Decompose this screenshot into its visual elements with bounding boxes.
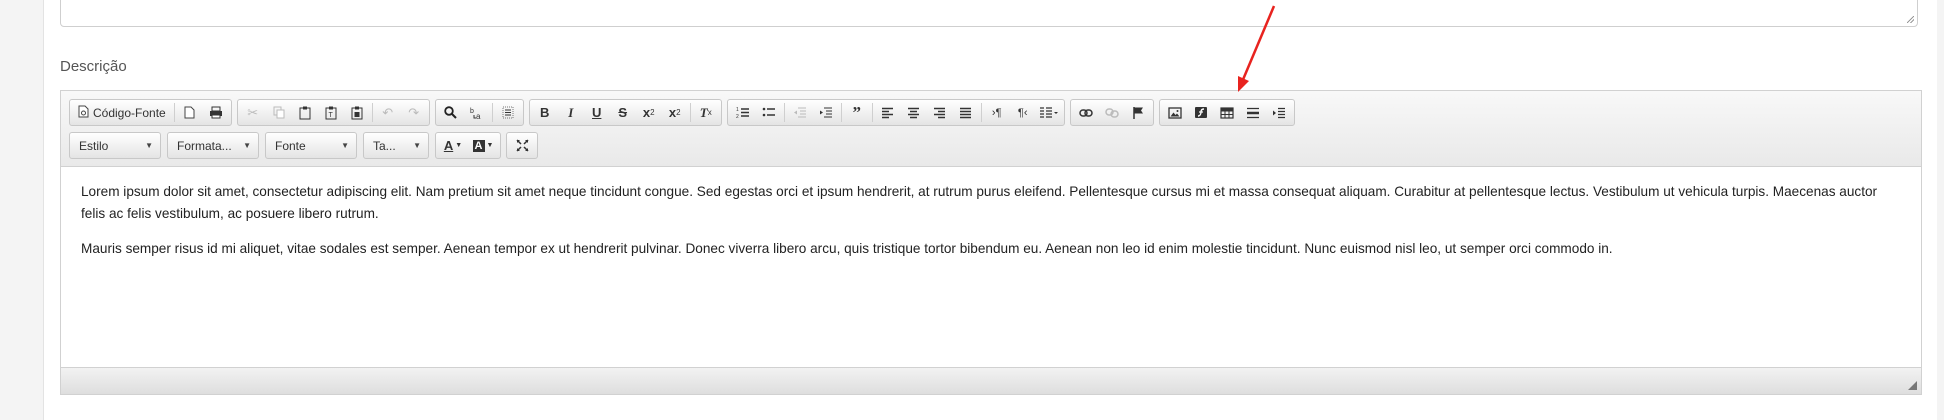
content-paragraph-1: Lorem ipsum dolor sit amet, consectetur … (81, 184, 1878, 221)
form-panel: Descrição Código-Fonte ✂ T ↶ ↷ b a B I U… (43, 0, 1937, 420)
description-label: Descrição (60, 58, 127, 75)
source-code-button[interactable]: Código-Fonte (72, 101, 172, 124)
bulleted-list-icon[interactable] (756, 101, 782, 124)
editing-group: ba (434, 99, 524, 126)
language-icon[interactable] (1036, 101, 1062, 124)
blockquote-icon[interactable]: ” (844, 101, 870, 124)
links-group (1069, 99, 1154, 126)
table-icon[interactable] (1214, 101, 1240, 124)
resize-handle-icon[interactable] (1908, 381, 1917, 390)
font-select-label: Fonte (275, 138, 306, 153)
bold-icon[interactable]: B (532, 101, 558, 124)
cut-icon[interactable]: ✂ (240, 101, 266, 124)
background-color-icon[interactable]: A ▼ (468, 134, 498, 157)
numbered-list-icon[interactable]: 12 (730, 101, 756, 124)
previous-textarea[interactable] (60, 0, 1918, 27)
replace-icon[interactable]: ba (464, 101, 490, 124)
text-direction-rtl-icon[interactable]: ¶‹ (1010, 101, 1036, 124)
strikethrough-icon[interactable]: S (610, 101, 636, 124)
annotation-arrow-icon (1238, 5, 1276, 92)
chevron-down-icon: ▼ (341, 141, 349, 150)
toolbar-row-1: Código-Fonte ✂ T ↶ ↷ b a B I U S x 2 x 2… (69, 99, 1300, 126)
print-icon[interactable] (203, 101, 229, 124)
svg-text:T: T (328, 112, 333, 119)
text-direction-ltr-icon[interactable]: ›¶ (984, 101, 1010, 124)
copy-icon[interactable] (266, 101, 292, 124)
format-select-label: Formata... (177, 138, 232, 153)
editor-toolbar: Código-Fonte ✂ T ↶ ↷ b a B I U S x 2 x 2… (61, 91, 1921, 167)
anchor-flag-icon[interactable] (1125, 101, 1151, 124)
increase-indent-icon[interactable] (813, 101, 839, 124)
link-icon[interactable] (1073, 101, 1099, 124)
superscript-icon[interactable]: x2 (662, 101, 688, 124)
align-left-icon[interactable] (875, 101, 901, 124)
content-paragraph-2: Mauris semper risus id mi aliquet, vitae… (81, 241, 1613, 256)
svg-text:1: 1 (736, 107, 739, 113)
find-icon[interactable] (438, 101, 464, 124)
chevron-down-icon: ▼ (145, 141, 153, 150)
chevron-down-icon: ▼ (243, 141, 251, 150)
textarea-resize-grip[interactable] (1907, 16, 1914, 23)
align-center-icon[interactable] (901, 101, 927, 124)
rich-text-editor: Código-Fonte ✂ T ↶ ↷ b a B I U S x 2 x 2… (60, 90, 1922, 395)
paragraph-group: 12 ” ›¶ ¶‹ (726, 99, 1065, 126)
chevron-down-icon: ▼ (413, 141, 421, 150)
document-group: Código-Fonte (69, 99, 232, 126)
size-select[interactable]: Ta... ▼ (363, 132, 429, 159)
font-select[interactable]: Fonte ▼ (265, 132, 357, 159)
align-right-icon[interactable] (927, 101, 953, 124)
clipboard-group: ✂ T ↶ ↷ (236, 99, 430, 126)
toolbar-row-2: Estilo ▼ Formata... ▼ Fonte ▼ Ta... ▼ A … (69, 132, 543, 159)
paste-word-icon[interactable] (344, 101, 370, 124)
new-page-icon[interactable] (177, 101, 203, 124)
style-select-label: Estilo (79, 138, 109, 153)
select-all-icon[interactable] (495, 101, 521, 124)
paste-icon[interactable] (292, 101, 318, 124)
italic-icon[interactable]: I (558, 101, 584, 124)
source-code-label: Código-Fonte (93, 105, 166, 120)
remove-format-icon[interactable]: Tx (693, 101, 719, 124)
undo-icon[interactable]: ↶ (375, 101, 401, 124)
svg-text:2: 2 (736, 114, 739, 119)
svg-text:b: b (470, 108, 474, 115)
paste-text-icon[interactable]: T (318, 101, 344, 124)
image-icon[interactable] (1162, 101, 1188, 124)
text-color-icon[interactable]: A ▼ (438, 134, 468, 157)
horizontal-rule-icon[interactable] (1240, 101, 1266, 124)
svg-text:a: a (476, 112, 481, 120)
page-break-icon[interactable] (1266, 101, 1292, 124)
redo-icon[interactable]: ↷ (401, 101, 427, 124)
editor-status-bar (61, 367, 1921, 394)
insert-group (1158, 99, 1295, 126)
colors-group: A ▼ A ▼ (435, 132, 501, 159)
basic-styles-group: B I U S x2 x2 Tx (528, 99, 722, 126)
justify-icon[interactable] (953, 101, 979, 124)
tools-group (506, 132, 538, 159)
format-select[interactable]: Formata... ▼ (167, 132, 259, 159)
unlink-icon[interactable] (1099, 101, 1125, 124)
subscript-icon[interactable]: x2 (636, 101, 662, 124)
source-icon (78, 105, 89, 121)
editor-content-area[interactable]: Lorem ipsum dolor sit amet, consectetur … (61, 167, 1921, 367)
decrease-indent-icon[interactable] (787, 101, 813, 124)
underline-icon[interactable]: U (584, 101, 610, 124)
flash-icon[interactable] (1188, 101, 1214, 124)
size-select-label: Ta... (373, 138, 396, 153)
style-select[interactable]: Estilo ▼ (69, 132, 161, 159)
maximize-icon[interactable] (509, 134, 535, 157)
